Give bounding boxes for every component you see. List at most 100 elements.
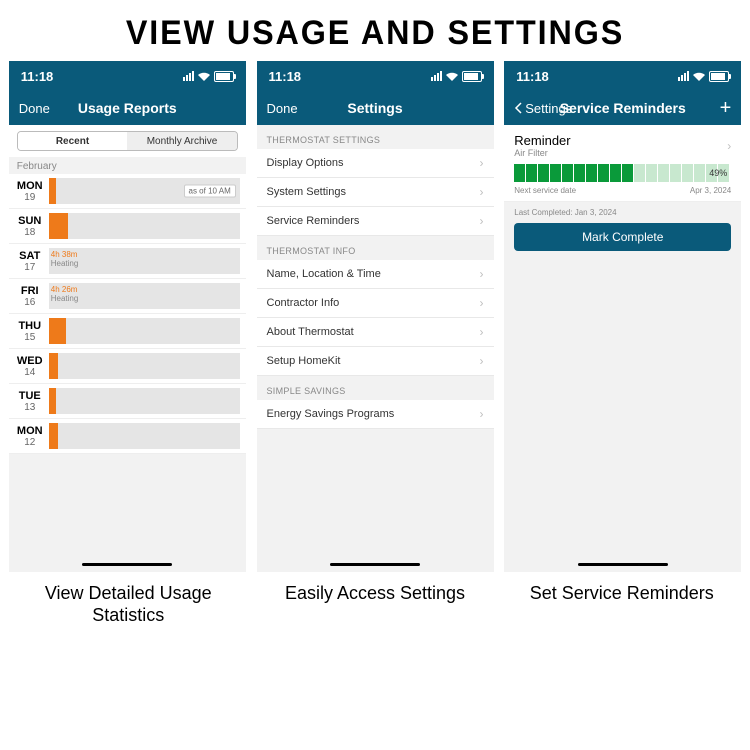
clock: 11:18	[269, 69, 302, 84]
day-num: 19	[15, 192, 45, 203]
navbar: Settings Service Reminders +	[504, 91, 741, 125]
usage-duration: 4h 38m	[51, 250, 78, 259]
usage-bar	[49, 353, 240, 379]
day-num: 12	[15, 437, 45, 448]
day-num: 18	[15, 227, 45, 238]
progress-block	[562, 164, 573, 182]
usage-row[interactable]: MON12	[9, 419, 246, 454]
settings-cell[interactable]: Energy Savings Programs›	[257, 400, 494, 429]
caption-settings: Easily Access Settings	[257, 582, 494, 626]
chevron-right-icon: ›	[727, 139, 731, 153]
cell-label: Energy Savings Programs	[267, 408, 395, 420]
progress-block	[634, 164, 645, 182]
mark-complete-button[interactable]: Mark Complete	[514, 223, 731, 251]
settings-cell[interactable]: About Thermostat›	[257, 318, 494, 347]
status-icons	[431, 71, 482, 82]
progress-block	[622, 164, 633, 182]
clock: 11:18	[21, 69, 54, 84]
cell-label: Name, Location & Time	[267, 268, 381, 280]
day-name: FRI	[15, 285, 45, 297]
usage-row[interactable]: SUN18	[9, 209, 246, 244]
day-name: THU	[15, 320, 45, 332]
usage-bar: 4h 26mHeating	[49, 283, 240, 309]
settings-cell[interactable]: Service Reminders›	[257, 207, 494, 236]
usage-row[interactable]: FRI16 4h 26mHeating	[9, 279, 246, 314]
usage-bar	[49, 213, 240, 239]
done-button[interactable]: Done	[19, 101, 50, 116]
progress-block	[538, 164, 549, 182]
signal-icon	[431, 71, 442, 81]
usage-row[interactable]: TUE13	[9, 384, 246, 419]
settings-cell[interactable]: Display Options›	[257, 149, 494, 178]
day-name: WED	[15, 355, 45, 367]
day-num: 16	[15, 297, 45, 308]
progress-block	[550, 164, 561, 182]
progress-percent: 49%	[709, 168, 727, 178]
settings-cell[interactable]: System Settings›	[257, 178, 494, 207]
reminder-card[interactable]: Reminder Air Filter › 49% Next service d…	[504, 125, 741, 202]
battery-icon	[462, 71, 482, 82]
cell-label: Display Options	[267, 157, 344, 169]
usage-bar	[49, 423, 240, 449]
group-header: THERMOSTAT SETTINGS	[257, 125, 494, 149]
settings-cell[interactable]: Contractor Info›	[257, 289, 494, 318]
seg-archive[interactable]: Monthly Archive	[127, 132, 237, 150]
signal-icon	[183, 71, 194, 81]
reminder-subtitle: Air Filter	[514, 148, 570, 158]
progress-block	[682, 164, 693, 182]
nav-title: Settings	[267, 100, 484, 116]
usage-row[interactable]: THU15	[9, 314, 246, 349]
add-button[interactable]: +	[720, 97, 732, 120]
usage-row[interactable]: MON19as of 10 AM	[9, 174, 246, 209]
home-indicator[interactable]	[578, 563, 668, 566]
battery-icon	[709, 71, 729, 82]
day-name: SUN	[15, 215, 45, 227]
reminder-title: Reminder	[514, 133, 570, 148]
phone-service: 11:18 Settings Service Reminders + Remin…	[504, 61, 741, 572]
battery-icon	[214, 71, 234, 82]
statusbar: 11:18	[9, 61, 246, 91]
usage-duration: 4h 26m	[51, 285, 78, 294]
day-name: TUE	[15, 390, 45, 402]
last-completed: Last Completed: Jan 3, 2024	[504, 202, 741, 223]
progress-block	[598, 164, 609, 182]
wifi-icon	[446, 72, 458, 81]
nav-title: Usage Reports	[19, 100, 236, 116]
phone-usage: 11:18 Done Usage Reports Recent Monthly …	[9, 61, 246, 572]
status-icons	[183, 71, 234, 82]
usage-row[interactable]: WED14	[9, 349, 246, 384]
progress-block	[574, 164, 585, 182]
page-title: VIEW USAGE AND SETTINGS	[19, 0, 732, 61]
day-num: 13	[15, 402, 45, 413]
next-service-date: Apr 3, 2024	[690, 186, 731, 195]
home-indicator[interactable]	[330, 563, 420, 566]
settings-cell[interactable]: Setup HomeKit›	[257, 347, 494, 376]
home-indicator[interactable]	[82, 563, 172, 566]
as-of-badge: as of 10 AM	[184, 185, 236, 198]
day-name: SAT	[15, 250, 45, 262]
caption-service: Set Service Reminders	[503, 582, 740, 626]
clock: 11:18	[516, 69, 549, 84]
progress-block	[646, 164, 657, 182]
back-button[interactable]: Settings	[514, 101, 572, 116]
navbar: Done Settings	[257, 91, 494, 125]
wifi-icon	[198, 72, 210, 81]
seg-recent[interactable]: Recent	[18, 132, 128, 150]
day-num: 17	[15, 262, 45, 273]
phone-settings: 11:18 Done Settings THERMOSTAT SETTINGSD…	[257, 61, 494, 572]
cell-label: Service Reminders	[267, 215, 360, 227]
settings-cell[interactable]: Name, Location & Time›	[257, 260, 494, 289]
progress-block	[526, 164, 537, 182]
next-service-label: Next service date	[514, 186, 576, 195]
caption-usage: View Detailed Usage Statistics	[10, 582, 247, 626]
day-name: MON	[15, 425, 45, 437]
done-button[interactable]: Done	[267, 101, 298, 116]
usage-row[interactable]: SAT174h 38mHeating	[9, 244, 246, 279]
progress-block	[586, 164, 597, 182]
cell-label: Contractor Info	[267, 297, 340, 309]
month-header: February	[9, 157, 246, 174]
cell-label: System Settings	[267, 186, 346, 198]
segmented-control[interactable]: Recent Monthly Archive	[17, 131, 238, 151]
status-icons	[678, 71, 729, 82]
usage-mode: Heating	[51, 294, 79, 303]
